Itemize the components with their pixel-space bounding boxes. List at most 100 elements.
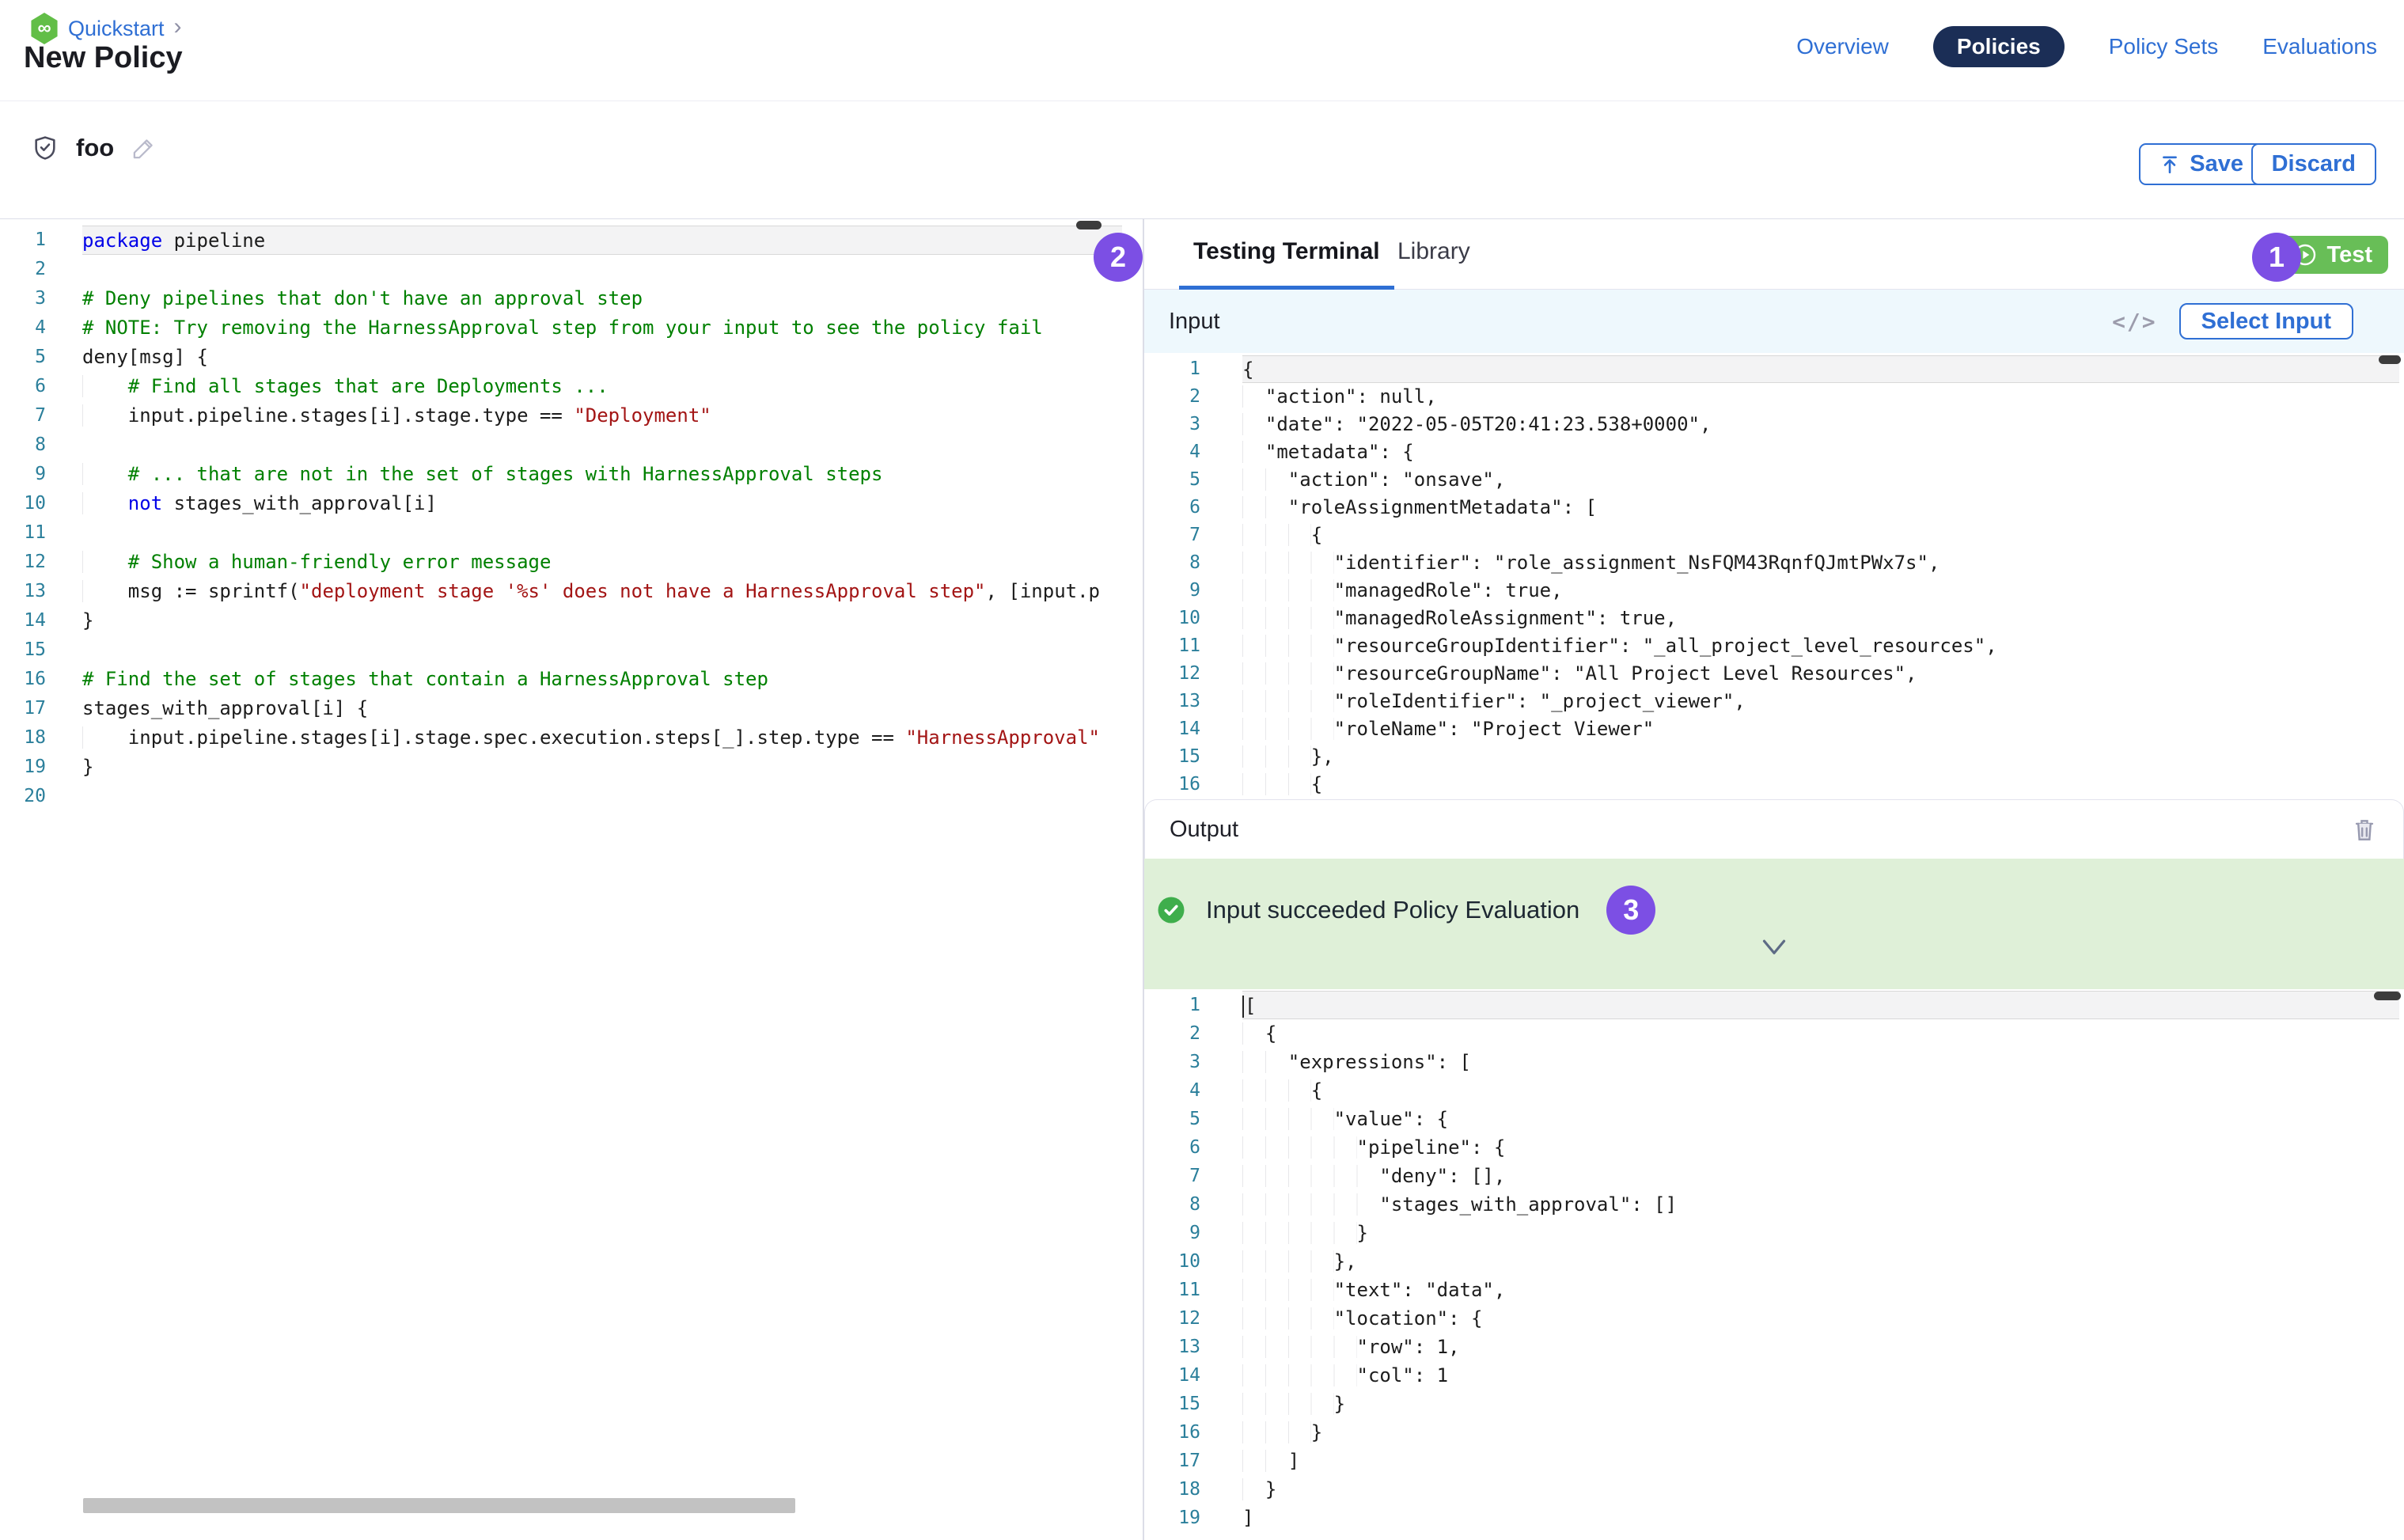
code-line: 16 { <box>1144 771 2404 798</box>
select-input-button[interactable]: Select Input <box>2179 303 2353 339</box>
line-number: 17 <box>1144 1447 1200 1475</box>
code-view-icon[interactable]: </> <box>2112 309 2157 335</box>
evaluation-status-message: Input succeeded Policy Evaluation <box>1206 896 1579 924</box>
line-number: 1 <box>1144 991 1200 1019</box>
line-number: 3 <box>1144 411 1200 438</box>
discard-button[interactable]: Discard <box>2251 143 2376 185</box>
code-line: 4 { <box>1144 1076 2404 1105</box>
line-number: 4 <box>0 313 46 343</box>
code-line: 17 ] <box>1144 1447 2404 1475</box>
line-number: 10 <box>1144 605 1200 632</box>
line-number: 3 <box>1144 1048 1200 1076</box>
check-circle-icon <box>1157 896 1185 924</box>
line-number: 15 <box>1144 1390 1200 1418</box>
line-number: 3 <box>0 284 46 313</box>
evaluation-success-banner[interactable]: Input succeeded Policy Evaluation 3 <box>1144 859 2404 989</box>
line-number: 18 <box>1144 1475 1200 1504</box>
code-line: 8 "stages_with_approval": [] <box>1144 1190 2404 1219</box>
line-number: 11 <box>1144 632 1200 660</box>
nav-tab-policy-sets[interactable]: Policy Sets <box>2109 34 2219 59</box>
testing-terminal-panel: Testing Terminal Library Test Input </> … <box>1144 219 2404 1540</box>
line-number: 5 <box>1144 466 1200 494</box>
input-section-header: Input </> Select Input <box>1144 290 2404 353</box>
app-root: ∞ Quickstart › New Policy Overview Polic… <box>0 0 2404 1540</box>
line-number: 14 <box>0 606 46 635</box>
nav-tab-evaluations[interactable]: Evaluations <box>2262 34 2377 59</box>
line-number: 6 <box>0 372 46 401</box>
horizontal-scrollbar[interactable] <box>83 1498 795 1513</box>
page-header: ∞ Quickstart › New Policy Overview Polic… <box>0 0 2404 101</box>
policy-shield-icon <box>32 134 59 162</box>
code-line: 3# Deny pipelines that don't have an app… <box>0 284 1143 313</box>
line-number: 16 <box>0 665 46 694</box>
edit-pencil-icon[interactable] <box>131 135 157 161</box>
code-line: 13 msg := sprintf("deployment stage '%s'… <box>0 577 1143 606</box>
code-line: 3 "date": "2022-05-05T20:41:23.538+0000"… <box>1144 411 2404 438</box>
editor-scrollbar-thumb[interactable] <box>1076 221 1102 229</box>
trash-icon[interactable] <box>2351 816 2378 843</box>
line-number: 19 <box>1144 1504 1200 1532</box>
code-line: 2 <box>0 255 1143 284</box>
code-line: 4# NOTE: Try removing the HarnessApprova… <box>0 313 1143 343</box>
code-line: 19} <box>0 753 1143 782</box>
breadcrumb: ∞ Quickstart › <box>30 13 182 44</box>
tab-testing-terminal[interactable]: Testing Terminal <box>1179 238 1394 290</box>
input-scrollbar-thumb[interactable] <box>2379 355 2401 364</box>
annotation-badge-1: 1 <box>2252 233 2301 282</box>
code-line: 15 <box>0 635 1143 665</box>
code-line: 5 "value": { <box>1144 1105 2404 1133</box>
line-number: 4 <box>1144 438 1200 466</box>
nav-tab-policies[interactable]: Policies <box>1933 26 2065 67</box>
output-label: Output <box>1170 817 1238 843</box>
save-button[interactable]: Save <box>2139 143 2264 185</box>
chevron-right-icon: › <box>174 15 182 39</box>
code-line: 10 }, <box>1144 1247 2404 1276</box>
main-content: 1package pipeline23# Deny pipelines that… <box>0 219 2404 1540</box>
output-json-editor[interactable]: 1[2 {3 "expressions": [4 {5 "value": {6 … <box>1144 989 2404 1540</box>
code-line: 6 "pipeline": { <box>1144 1133 2404 1162</box>
nav-tab-overview[interactable]: Overview <box>1796 34 1889 59</box>
code-line: 11 <box>0 518 1143 548</box>
line-number: 17 <box>0 694 46 723</box>
line-number: 7 <box>1144 522 1200 549</box>
line-number: 15 <box>1144 743 1200 771</box>
code-line: 11 "resourceGroupIdentifier": "_all_proj… <box>1144 632 2404 660</box>
tab-library[interactable]: Library <box>1397 238 1470 265</box>
policy-code-editor[interactable]: 1package pipeline23# Deny pipelines that… <box>0 219 1143 1540</box>
line-number: 2 <box>1144 1019 1200 1048</box>
code-line: 10 not stages_with_approval[i] <box>0 489 1143 518</box>
code-line: 19] <box>1144 1504 2404 1532</box>
code-line: 1[ <box>1144 991 2404 1019</box>
code-line: 7 { <box>1144 522 2404 549</box>
annotation-badge-2: 2 <box>1094 233 1143 282</box>
line-number: 12 <box>0 548 46 577</box>
code-line: 14} <box>0 606 1143 635</box>
policy-editor-pane: 1package pipeline23# Deny pipelines that… <box>0 219 1143 1540</box>
code-line: 13 "roleIdentifier": "_project_viewer", <box>1144 688 2404 715</box>
line-number: 9 <box>1144 1219 1200 1247</box>
code-line: 9 "managedRole": true, <box>1144 577 2404 605</box>
output-scrollbar-thumb[interactable] <box>2374 992 2401 1000</box>
code-line: 9 } <box>1144 1219 2404 1247</box>
code-line: 16# Find the set of stages that contain … <box>0 665 1143 694</box>
line-number: 13 <box>0 577 46 606</box>
code-line: 13 "row": 1, <box>1144 1333 2404 1361</box>
line-number: 16 <box>1144 771 1200 798</box>
code-line: 1{ <box>1144 355 2404 383</box>
line-number: 6 <box>1144 494 1200 522</box>
code-line: 8 "identifier": "role_assignment_NsFQM43… <box>1144 549 2404 577</box>
code-line: 7 input.pipeline.stages[i].stage.type ==… <box>0 401 1143 431</box>
page-title: New Policy <box>24 41 183 75</box>
code-line: 15 } <box>1144 1390 2404 1418</box>
breadcrumb-link-quickstart[interactable]: Quickstart <box>68 17 165 41</box>
code-line: 14 "roleName": "Project Viewer" <box>1144 715 2404 743</box>
line-number: 9 <box>1144 577 1200 605</box>
line-number: 7 <box>1144 1162 1200 1190</box>
chevron-down-icon[interactable] <box>1758 938 1790 958</box>
code-line: 18 } <box>1144 1475 2404 1504</box>
code-line: 15 }, <box>1144 743 2404 771</box>
line-number: 14 <box>1144 1361 1200 1390</box>
input-json-editor[interactable]: 1{2 "action": null,3 "date": "2022-05-05… <box>1144 353 2404 799</box>
code-line: 12 # Show a human-friendly error message <box>0 548 1143 577</box>
line-number: 10 <box>1144 1247 1200 1276</box>
